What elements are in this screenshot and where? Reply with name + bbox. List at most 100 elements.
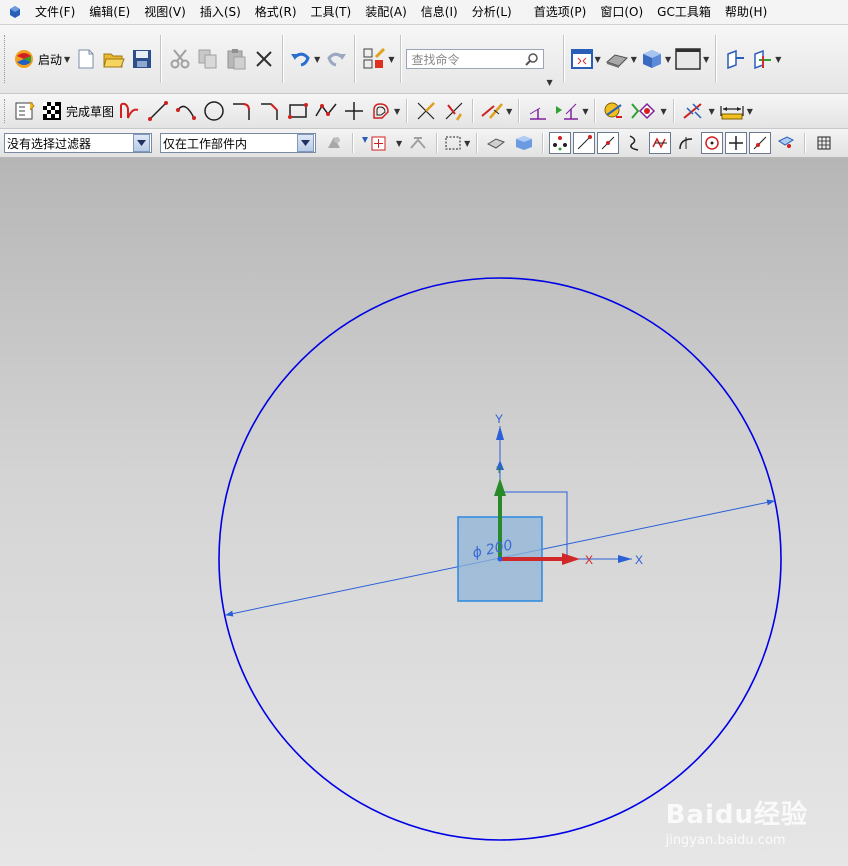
menu-window[interactable]: 窗口(O) [593, 0, 650, 24]
make-corner-dropdown-icon[interactable]: ▼ [506, 107, 512, 116]
dimension-button[interactable]: ▼ [717, 97, 755, 125]
finish-sketch-button[interactable]: 完成草图 [39, 97, 116, 125]
render-style-dropdown-icon[interactable]: ▼ [631, 55, 637, 64]
separator [672, 99, 675, 123]
redo-button[interactable] [322, 45, 350, 73]
graphics-window[interactable]: Y Y X X ϕ 200 Baidu经验 jingyan.baidu.com [0, 158, 848, 866]
menu-edit[interactable]: 编辑(E) [82, 0, 137, 24]
snap-quadrant-toggle[interactable] [672, 129, 700, 157]
open-file-button[interactable] [100, 45, 128, 73]
chevron-down-icon[interactable] [297, 134, 314, 152]
menu-tools[interactable]: 工具(T) [304, 0, 359, 24]
snap-face-point-toggle[interactable] [772, 129, 800, 157]
background-button[interactable]: ▼ [673, 45, 711, 73]
snap-arc-center-toggle[interactable] [701, 132, 724, 154]
menu-help[interactable]: 帮助(H) [718, 0, 774, 24]
orient-view-button[interactable]: ▼ [639, 45, 673, 73]
menu-bar: 文件(F) 编辑(E) 视图(V) 插入(S) 格式(R) 工具(T) 装配(A… [0, 0, 848, 25]
toolbar-grip[interactable] [4, 35, 8, 83]
quick-extend-button[interactable] [440, 97, 468, 125]
select-all-button[interactable]: ▼ [358, 129, 404, 157]
offset-curve-button[interactable]: ▼ [368, 97, 402, 125]
geometric-constraint-button[interactable] [524, 97, 552, 125]
render-style-button[interactable]: ▼ [603, 45, 639, 73]
background-dropdown-icon[interactable]: ▼ [703, 55, 709, 64]
menu-preferences[interactable]: 首选项(P) [527, 0, 594, 24]
selection-scope-select[interactable]: 仅在工作部件内 [160, 133, 316, 153]
command-finder-button[interactable]: ▼ [360, 45, 396, 73]
point-button[interactable] [340, 97, 368, 125]
chamfer-button[interactable] [256, 97, 284, 125]
start-dropdown-icon[interactable]: ▼ [64, 55, 70, 64]
inferred-constraints-dropdown-icon[interactable]: ▼ [709, 107, 715, 116]
search-dropdown-icon[interactable]: ▼ [546, 78, 552, 87]
paste-button[interactable] [222, 45, 250, 73]
inferred-constraints-button[interactable]: ▼ [679, 97, 717, 125]
arc-button[interactable] [172, 97, 200, 125]
auto-constrain-dropdown-icon[interactable]: ▼ [582, 107, 588, 116]
line-button[interactable] [144, 97, 172, 125]
snap-existing-point-toggle[interactable] [725, 132, 748, 154]
delete-button[interactable] [250, 45, 278, 73]
dimension-dropdown-icon[interactable]: ▼ [747, 107, 753, 116]
snap-midpoint-toggle[interactable] [597, 132, 620, 154]
section-view-button[interactable] [721, 45, 749, 73]
fillet-button[interactable] [228, 97, 256, 125]
cut-button[interactable] [166, 45, 194, 73]
snap-point-on-grid-toggle[interactable] [810, 129, 838, 157]
rectangle-select-button[interactable]: ▼ [442, 129, 472, 157]
deselect-button[interactable] [404, 129, 432, 157]
body-snap-button[interactable] [510, 129, 538, 157]
new-file-button[interactable] [72, 45, 100, 73]
profile-button[interactable] [116, 97, 144, 125]
circle-button[interactable] [200, 97, 228, 125]
wcs-dropdown-icon[interactable]: ▼ [775, 55, 781, 64]
undo-dropdown-icon[interactable]: ▼ [314, 55, 320, 64]
sketch-task-button[interactable] [11, 97, 39, 125]
sketch-style-button[interactable] [600, 97, 628, 125]
menu-gc-toolbox[interactable]: GC工具箱 [650, 0, 718, 24]
copy-button[interactable] [194, 45, 222, 73]
nx-app-icon[interactable] [8, 5, 22, 19]
feature-filter-button[interactable] [320, 129, 348, 157]
fit-view-button[interactable]: ▼ [569, 45, 603, 73]
rectangle-select-dropdown-icon[interactable]: ▼ [464, 139, 470, 148]
selection-filter-select[interactable]: 没有选择过滤器 [4, 133, 152, 153]
save-button[interactable] [128, 45, 156, 73]
polygon-button[interactable] [312, 97, 340, 125]
menu-format[interactable]: 格式(R) [248, 0, 304, 24]
paste-icon [227, 49, 246, 70]
offset-curve-dropdown-icon[interactable]: ▼ [394, 107, 400, 116]
snap-intersection-toggle[interactable] [649, 132, 672, 154]
search-icon[interactable] [525, 52, 539, 66]
alternate-solution-button[interactable]: ▼ [628, 97, 668, 125]
origin-point[interactable] [497, 556, 503, 562]
rectangle-button[interactable] [284, 97, 312, 125]
toolbar-grip[interactable] [4, 99, 8, 123]
menu-analysis[interactable]: 分析(L) [465, 0, 519, 24]
snap-point-on-curve-toggle[interactable] [749, 132, 772, 154]
fit-view-dropdown-icon[interactable]: ▼ [595, 55, 601, 64]
snap-endpoint-toggle[interactable] [573, 132, 596, 154]
snap-control-point-toggle[interactable] [549, 132, 572, 154]
orient-view-dropdown-icon[interactable]: ▼ [665, 55, 671, 64]
command-finder-dropdown-icon[interactable]: ▼ [388, 55, 394, 64]
sketch-viewport[interactable]: Y Y X X ϕ 200 [0, 158, 848, 866]
alternate-solution-dropdown-icon[interactable]: ▼ [660, 107, 666, 116]
menu-file[interactable]: 文件(F) [28, 0, 82, 24]
undo-button[interactable]: ▼ [288, 45, 322, 73]
menu-info[interactable]: 信息(I) [414, 0, 465, 24]
menu-view[interactable]: 视图(V) [137, 0, 193, 24]
snap-curve-toggle[interactable] [620, 129, 648, 157]
select-filter-dropdown-icon[interactable]: ▼ [396, 139, 402, 148]
start-button[interactable]: 启动 ▼ [11, 45, 72, 73]
face-snap-button[interactable] [482, 129, 510, 157]
wcs-button[interactable]: ▼ [749, 45, 783, 73]
menu-insert[interactable]: 插入(S) [193, 0, 248, 24]
chevron-down-icon[interactable] [133, 134, 150, 152]
menu-assembly[interactable]: 装配(A) [358, 0, 414, 24]
auto-constrain-button[interactable]: ▼ [552, 97, 590, 125]
make-corner-button[interactable]: ▼ [478, 97, 514, 125]
quick-trim-button[interactable] [412, 97, 440, 125]
command-search-input[interactable]: 查找命令 [406, 49, 545, 69]
